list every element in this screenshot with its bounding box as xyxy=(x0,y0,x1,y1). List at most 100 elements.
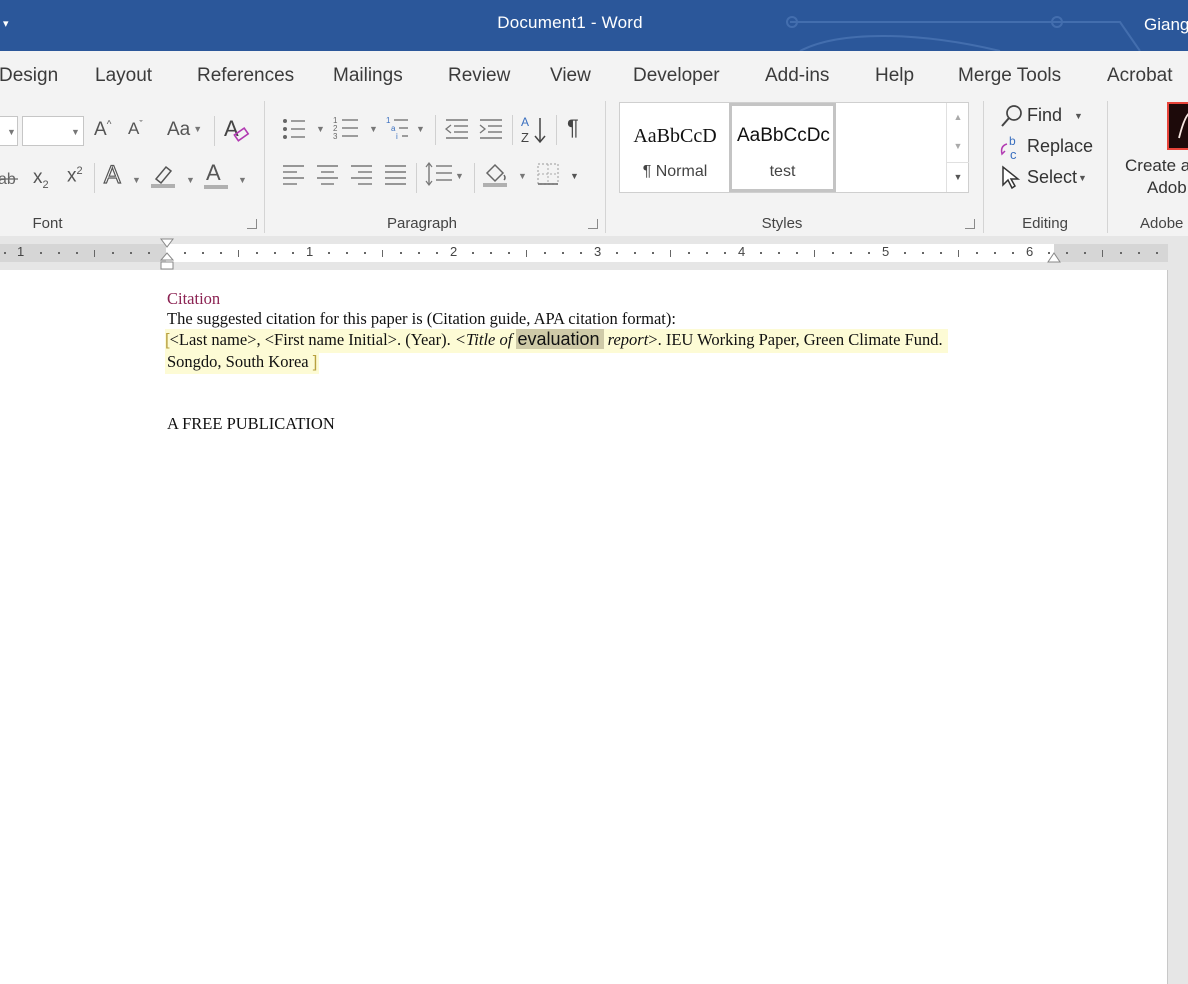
ruler-label: 2 xyxy=(450,244,458,259)
ruler-tick xyxy=(958,249,959,257)
change-case-icon[interactable]: Aa ▼ xyxy=(167,120,202,139)
subscript-icon[interactable]: x2 xyxy=(33,168,49,191)
title-bar: ▾ Document1 - Word Giang xyxy=(0,0,1188,51)
scroll-up-icon[interactable]: ▲ xyxy=(947,103,969,132)
borders-icon[interactable]: ▼ xyxy=(536,161,582,189)
text-effects-icon[interactable]: A xyxy=(103,162,121,188)
grow-font-icon[interactable]: A^ xyxy=(94,120,111,139)
user-name[interactable]: Giang xyxy=(1144,15,1188,35)
highlight-color-icon[interactable] xyxy=(150,163,178,189)
ruler-tick xyxy=(1156,252,1158,254)
font-name-dropdown[interactable]: ▼ xyxy=(0,116,18,146)
svg-text:c: c xyxy=(1010,147,1017,162)
styles-dialog-launcher-icon[interactable] xyxy=(965,219,975,229)
divider xyxy=(94,163,95,193)
svg-text:▼: ▼ xyxy=(570,171,579,181)
tab-add-ins[interactable]: Add-ins xyxy=(765,65,829,87)
styles-more-icon[interactable]: ▼ xyxy=(947,162,969,192)
font-dialog-launcher-icon[interactable] xyxy=(247,219,257,229)
justify-icon[interactable] xyxy=(384,163,408,187)
ruler-tick xyxy=(1084,252,1086,254)
ruler-tick xyxy=(904,252,906,254)
tab-review[interactable]: Review xyxy=(448,65,510,87)
ruler-tick xyxy=(1012,252,1014,254)
strikethrough-icon[interactable]: ab xyxy=(0,169,20,189)
font-color-icon[interactable]: A xyxy=(206,162,221,184)
align-left-icon[interactable] xyxy=(282,163,306,187)
ruler-tick xyxy=(724,252,726,254)
ruler-tick xyxy=(112,252,114,254)
tab-design[interactable]: Design xyxy=(0,65,58,87)
acrobat-icon[interactable] xyxy=(1167,102,1188,150)
chevron-down-icon: ▼ xyxy=(1074,111,1083,121)
tab-mailings[interactable]: Mailings xyxy=(333,65,403,87)
style-test[interactable]: AaBbCcDc test xyxy=(729,103,836,192)
ruler-label: 4 xyxy=(738,244,746,259)
citation-location: Songdo, South Korea xyxy=(167,352,309,371)
show-formatting-marks-icon[interactable]: ¶ xyxy=(567,117,579,139)
ruler-label: 1 xyxy=(306,244,314,259)
shrink-font-icon[interactable]: Aˇ xyxy=(128,120,143,137)
replace-icon: b c xyxy=(1000,134,1017,162)
chevron-down-icon[interactable]: ▼ xyxy=(132,175,141,185)
style-normal[interactable]: AaBbCcD ¶ Normal xyxy=(622,103,728,192)
select-label: Select xyxy=(1027,167,1078,187)
ruler-label: 1 xyxy=(17,244,25,259)
tab-view[interactable]: View xyxy=(550,65,591,87)
ruler-tick xyxy=(382,249,383,257)
ruler-left-margin xyxy=(0,244,166,262)
right-indent-marker[interactable] xyxy=(1047,252,1063,264)
align-center-icon[interactable] xyxy=(316,163,340,187)
ruler-tick xyxy=(814,249,815,257)
ruler-tick xyxy=(184,252,186,254)
horizontal-ruler[interactable]: 1 1 2 3 4 5 6 xyxy=(0,236,1188,270)
font-size-dropdown[interactable]: ▼ xyxy=(22,116,84,146)
ruler-tick xyxy=(1102,249,1103,257)
shading-icon[interactable]: ▼ xyxy=(482,161,528,189)
paragraph-dialog-launcher-icon[interactable] xyxy=(588,219,598,229)
chevron-down-icon[interactable]: ▼ xyxy=(186,175,195,185)
indent-markers[interactable] xyxy=(159,238,175,270)
selected-text[interactable]: evaluation xyxy=(516,329,604,349)
ruler-tick xyxy=(400,252,402,254)
ruler-tick xyxy=(616,252,618,254)
svg-text:Z: Z xyxy=(521,130,529,145)
ruler-tick xyxy=(328,252,330,254)
ruler-tick xyxy=(868,252,870,254)
ruler-tick xyxy=(760,252,762,254)
ruler-tick xyxy=(1120,252,1122,254)
bullets-icon[interactable]: ▼ xyxy=(281,117,327,143)
tab-developer[interactable]: Developer xyxy=(633,65,720,87)
create-pdf-button[interactable]: Create a Adob xyxy=(1125,156,1188,198)
line-spacing-icon[interactable]: ▼ xyxy=(424,161,466,189)
citation-line-2: Songdo, South Korea ] xyxy=(165,352,320,374)
ruler-tick xyxy=(364,252,366,254)
numbering-icon[interactable]: 123 ▼ xyxy=(333,115,381,143)
tab-layout[interactable]: Layout xyxy=(95,65,152,87)
clear-formatting-icon[interactable]: A xyxy=(222,115,250,145)
svg-text:▼: ▼ xyxy=(416,124,425,134)
page-background xyxy=(1168,270,1188,984)
ruler-tick xyxy=(130,252,132,254)
decrease-indent-icon[interactable] xyxy=(444,117,470,141)
scroll-down-icon[interactable]: ▼ xyxy=(947,132,969,161)
ruler-tick xyxy=(796,252,798,254)
style-sample: AaBbCcD xyxy=(633,125,717,147)
ruler-tick xyxy=(688,252,690,254)
align-right-icon[interactable] xyxy=(350,163,374,187)
increase-indent-icon[interactable] xyxy=(478,117,504,141)
tab-help[interactable]: Help xyxy=(875,65,914,87)
ruler-tick xyxy=(436,252,438,254)
tab-merge-tools[interactable]: Merge Tools xyxy=(958,65,1061,87)
ruler-tick xyxy=(634,252,636,254)
document-page[interactable]: Citation The suggested citation for this… xyxy=(0,270,1168,984)
ruler-tick xyxy=(256,252,258,254)
tab-references[interactable]: References xyxy=(197,65,294,87)
multilevel-list-icon[interactable]: 1ai ▼ xyxy=(386,115,428,143)
ruler-tick xyxy=(346,252,348,254)
superscript-icon[interactable]: x2 xyxy=(67,166,83,186)
sort-icon[interactable]: A Z xyxy=(520,114,550,146)
ruler-tick xyxy=(94,249,95,257)
tab-acrobat[interactable]: Acrobat xyxy=(1107,65,1172,87)
chevron-down-icon[interactable]: ▼ xyxy=(238,175,247,185)
